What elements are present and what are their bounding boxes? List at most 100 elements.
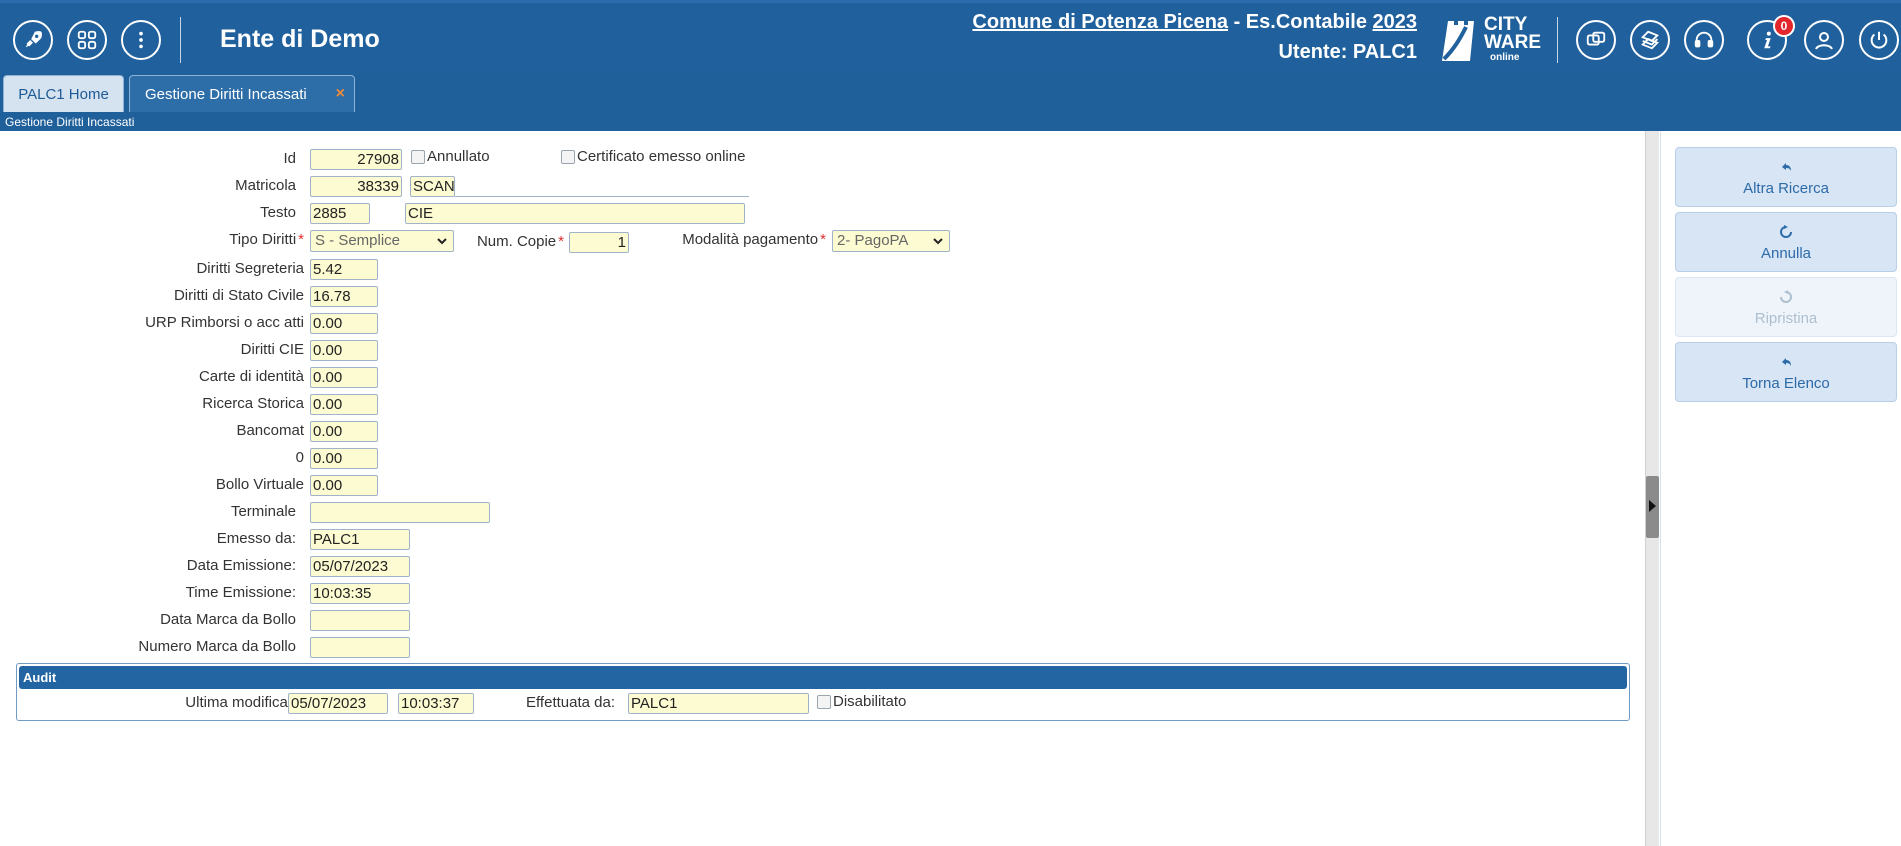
audit-title: Audit bbox=[19, 666, 1627, 689]
cityware-logo: CITY WARE online bbox=[1440, 15, 1544, 63]
diritti-stato-civile-label: Diritti di Stato Civile bbox=[173, 287, 304, 304]
diritti-segreteria-label: Diritti Segreteria bbox=[196, 260, 304, 277]
disabilitato-label: Disabilitato bbox=[833, 693, 907, 710]
testo-field[interactable]: CIE bbox=[405, 203, 745, 224]
bollo-virtuale-field[interactable]: 0.00 bbox=[310, 475, 378, 496]
altra-ricerca-button[interactable]: Altra Ricerca bbox=[1675, 147, 1897, 207]
id-label: Id bbox=[283, 150, 296, 167]
tab-home[interactable]: PALC1 Home bbox=[3, 75, 124, 112]
effettuata-da-label: Effettuata da: bbox=[526, 694, 615, 711]
data-marca-field[interactable] bbox=[310, 610, 410, 631]
time-emissione-label: Time Emissione: bbox=[185, 584, 296, 601]
logo-text-ware: WARE bbox=[1484, 32, 1541, 53]
power-icon[interactable] bbox=[1859, 20, 1899, 60]
ultima-modifica-time[interactable]: 10:03:37 bbox=[398, 693, 474, 714]
form-area: Id 27908 Annullato Certificato emesso on… bbox=[0, 131, 1645, 846]
testo-code-field[interactable]: 2885 bbox=[310, 203, 370, 224]
modalita-value: 2- PagoPA bbox=[837, 232, 909, 249]
undo-arrow-icon bbox=[1782, 163, 1791, 171]
back-arrow-icon bbox=[1782, 358, 1791, 366]
bollo-virtuale-label: Bollo Virtuale bbox=[215, 476, 304, 493]
audit-section: Audit Ultima modifica: 05/07/2023 10:03:… bbox=[16, 663, 1630, 721]
top-bar: Ente di Demo Comune di Potenza Picena - … bbox=[0, 0, 1901, 74]
ultima-modifica-label: Ultima modifica: bbox=[185, 694, 292, 711]
diritti-cie-field[interactable]: 0.00 bbox=[310, 340, 378, 361]
tab-home-label: PALC1 Home bbox=[18, 85, 109, 103]
chevron-right-icon bbox=[1649, 500, 1656, 512]
es-contabile-year[interactable]: 2023 bbox=[1373, 11, 1418, 33]
diritti-cie-label: Diritti CIE bbox=[240, 341, 304, 358]
time-emissione-field[interactable]: 10:03:35 bbox=[310, 583, 410, 604]
chevron-down-icon bbox=[933, 238, 943, 245]
annulla-button[interactable]: Annulla bbox=[1675, 212, 1897, 272]
certificato-checkbox[interactable] bbox=[561, 150, 575, 164]
rocket-icon[interactable] bbox=[13, 20, 53, 60]
emesso-da-field[interactable]: PALC1 bbox=[310, 529, 410, 550]
close-icon[interactable]: × bbox=[336, 85, 345, 103]
ultima-modifica-date[interactable]: 05/07/2023 bbox=[288, 693, 388, 714]
effettuata-da-field[interactable]: PALC1 bbox=[628, 693, 809, 714]
more-vertical-icon[interactable] bbox=[121, 20, 161, 60]
torna-elenco-label: Torna Elenco bbox=[1742, 375, 1830, 392]
urp-label: URP Rimborsi o acc atti bbox=[145, 314, 304, 331]
headset-icon[interactable] bbox=[1684, 20, 1724, 60]
tab-active-label: Gestione Diritti Incassati bbox=[145, 85, 307, 103]
collapse-panel-handle[interactable] bbox=[1646, 476, 1659, 538]
terminale-field[interactable] bbox=[310, 502, 490, 523]
matricola-name-field[interactable]: SCANI bbox=[410, 176, 455, 197]
notifications-badge: 0 bbox=[1773, 15, 1795, 37]
disabilitato-checkbox[interactable] bbox=[817, 695, 831, 709]
id-field[interactable]: 27908 bbox=[310, 149, 402, 170]
emesso-da-label: Emesso da: bbox=[216, 530, 296, 547]
bancomat-label: Bancomat bbox=[236, 422, 304, 439]
header-divider bbox=[180, 17, 181, 63]
utente-label: Utente: PALC1 bbox=[1278, 41, 1417, 63]
restore-icon bbox=[1780, 290, 1792, 303]
torna-elenco-button[interactable]: Torna Elenco bbox=[1675, 342, 1897, 402]
data-marca-label: Data Marca da Bollo bbox=[160, 611, 296, 628]
diritti-segreteria-field[interactable]: 5.42 bbox=[310, 259, 378, 280]
cityware-tower-icon bbox=[1442, 21, 1474, 61]
ricerca-storica-field[interactable]: 0.00 bbox=[310, 394, 378, 415]
annullato-label: Annullato bbox=[427, 148, 490, 165]
matricola-field[interactable]: 38339 bbox=[310, 176, 402, 197]
comune-link[interactable]: Comune di Potenza Picena bbox=[972, 11, 1228, 33]
header-divider-right bbox=[1557, 17, 1558, 63]
modalita-select[interactable]: 2- PagoPA bbox=[832, 230, 950, 252]
ricerca-storica-label: Ricerca Storica bbox=[202, 395, 304, 412]
panel-splitter[interactable] bbox=[1645, 131, 1659, 846]
tipo-diritti-label: Tipo Diritti bbox=[60, 231, 304, 248]
urp-field[interactable]: 0.00 bbox=[310, 313, 378, 334]
ente-title: Ente di Demo bbox=[220, 25, 380, 53]
annulla-label: Annulla bbox=[1760, 245, 1812, 262]
logo-text-online: online bbox=[1490, 52, 1520, 63]
windows-icon[interactable] bbox=[1576, 20, 1616, 60]
terminale-label: Terminale bbox=[230, 503, 296, 520]
chevron-down-icon bbox=[437, 238, 447, 245]
zero-field[interactable]: 0.00 bbox=[310, 448, 378, 469]
tipo-diritti-select[interactable]: S - Semplice bbox=[310, 230, 454, 252]
modalita-label: Modalità pagamento bbox=[640, 231, 826, 248]
matricola-label: Matricola bbox=[235, 177, 296, 194]
tab-bar: PALC1 Home Gestione Diritti Incassati × bbox=[0, 74, 1901, 113]
carte-label: Carte di identità bbox=[198, 368, 304, 385]
comune-info: Comune di Potenza Picena - Es.Contabile … bbox=[972, 11, 1417, 34]
ripristina-button[interactable]: Ripristina bbox=[1675, 277, 1897, 337]
diritti-stato-civile-field[interactable]: 16.78 bbox=[310, 286, 378, 307]
num-copie-label: Num. Copie bbox=[460, 233, 564, 250]
annullato-checkbox[interactable] bbox=[411, 150, 425, 164]
data-emissione-field[interactable]: 05/07/2023 bbox=[310, 556, 410, 577]
books-icon[interactable] bbox=[1630, 20, 1670, 60]
matricola-underline bbox=[455, 196, 749, 197]
certificato-label: Certificato emesso online bbox=[577, 148, 746, 165]
numero-marca-field[interactable] bbox=[310, 637, 410, 658]
zero-label: 0 bbox=[295, 449, 304, 466]
user-icon[interactable] bbox=[1804, 20, 1844, 60]
tab-gestione-diritti[interactable]: Gestione Diritti Incassati × bbox=[129, 75, 355, 112]
carte-field[interactable]: 0.00 bbox=[310, 367, 378, 388]
bancomat-field[interactable]: 0.00 bbox=[310, 421, 378, 442]
refresh-icon bbox=[1780, 225, 1792, 238]
testo-label: Testo bbox=[260, 204, 296, 221]
num-copie-field[interactable]: 1 bbox=[569, 232, 629, 253]
apps-grid-icon[interactable] bbox=[67, 20, 107, 60]
